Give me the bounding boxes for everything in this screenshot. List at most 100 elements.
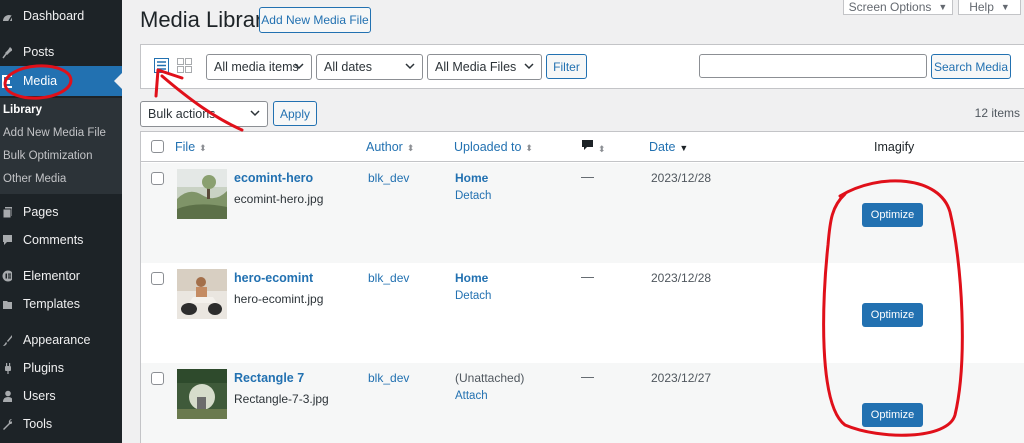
date-cell: 2023/12/28 [651, 271, 712, 285]
select-all-checkbox[interactable] [151, 140, 164, 153]
menu-item-dashboard[interactable]: Dashboard [0, 2, 122, 30]
menu-label: Comments [23, 233, 84, 247]
row-checkbox[interactable] [151, 272, 164, 285]
row-checkbox[interactable] [151, 172, 164, 185]
menu-item-posts[interactable]: Posts [0, 38, 122, 66]
media-filename: Rectangle-7-3.jpg [234, 392, 329, 406]
chevron-down-icon [294, 63, 304, 70]
menu-item-comments[interactable]: Comments [0, 226, 122, 254]
optimize-button[interactable]: Optimize [862, 203, 923, 227]
search-input[interactable] [699, 54, 927, 78]
submenu-library[interactable]: Library [3, 104, 42, 116]
menu-item-elementor[interactable]: Elementor [0, 262, 122, 290]
column-label: File [175, 140, 196, 154]
parent-link[interactable]: Home [455, 171, 488, 185]
optimize-button[interactable]: Optimize [862, 403, 923, 427]
optimize-button[interactable]: Optimize [862, 303, 923, 327]
media-type-select[interactable]: All media items [206, 54, 312, 80]
row-checkbox[interactable] [151, 372, 164, 385]
dates-select[interactable]: All dates [316, 54, 423, 80]
list-view-icon[interactable] [154, 58, 169, 76]
bulk-actions-select[interactable]: Bulk actions [140, 101, 268, 127]
table-row: ecomint-hero ecomint-hero.jpg blk_dev Ho… [141, 163, 1024, 263]
uploaded-to-cell: Home Detach [455, 271, 491, 302]
column-label: Date [649, 140, 676, 154]
menu-item-appearance[interactable]: Appearance [0, 326, 122, 354]
menu-item-templates[interactable]: Templates [0, 290, 122, 318]
select-value: Bulk actions [148, 107, 216, 121]
sort-desc-icon: ▼ [679, 143, 689, 153]
menu-label: Appearance [23, 333, 91, 347]
column-author[interactable]: Author ⬍ [366, 140, 414, 154]
chevron-down-icon [524, 63, 534, 70]
sort-icon: ⬍ [525, 143, 533, 153]
sort-icon: ⬍ [199, 143, 207, 153]
menu-label: Elementor [23, 269, 80, 283]
menu-label: Posts [23, 45, 55, 59]
help-button[interactable]: Help ▼ [958, 0, 1021, 15]
column-file[interactable]: File ⬍ [175, 140, 207, 154]
menu-item-plugins[interactable]: Plugins [0, 354, 122, 382]
comment-count: — [581, 369, 594, 384]
submenu-bulk-optimization[interactable]: Bulk Optimization [3, 150, 92, 162]
media-title-link[interactable]: Rectangle 7 [234, 371, 304, 385]
table-header: File ⬍ Author ⬍ Uploaded to ⬍ ⬍ Date ▼ Imagi… [141, 132, 1024, 162]
detach-link[interactable]: Detach [455, 290, 491, 302]
submenu-other-media[interactable]: Other Media [3, 173, 66, 185]
grid-view-icon[interactable] [177, 58, 192, 76]
media-icon [2, 74, 12, 88]
comment-icon [2, 233, 12, 247]
menu-label: Dashboard [23, 9, 85, 23]
caret-down-icon: ▼ [938, 2, 948, 12]
parent-link[interactable]: Home [455, 271, 488, 285]
menu-item-pages[interactable]: Pages [0, 198, 122, 226]
detach-link[interactable]: Detach [455, 190, 491, 202]
media-title-link[interactable]: ecomint-hero [234, 171, 313, 185]
table-row: Rectangle 7 Rectangle-7-3.jpg blk_dev (U… [141, 363, 1024, 443]
author-link[interactable]: blk_dev [368, 371, 409, 385]
plug-icon [2, 361, 12, 375]
wrench-icon [2, 417, 12, 431]
media-submenu: Library Add New Media File Bulk Optimiza… [0, 98, 122, 194]
add-new-media-button[interactable]: Add New Media File [259, 7, 371, 33]
date-cell: 2023/12/28 [651, 171, 712, 185]
author-link[interactable]: blk_dev [368, 171, 409, 185]
date-cell: 2023/12/27 [651, 371, 712, 385]
column-uploaded-to[interactable]: Uploaded to ⬍ [454, 140, 533, 154]
thumbnail-image[interactable] [177, 269, 227, 319]
submenu-add-new[interactable]: Add New Media File [3, 127, 106, 139]
menu-item-users[interactable]: Users [0, 382, 122, 410]
column-comments[interactable]: ⬍ [581, 139, 606, 155]
menu-label: Templates [23, 297, 80, 311]
chevron-down-icon [250, 110, 260, 117]
page-title: Media Library [140, 7, 274, 32]
author-link[interactable]: blk_dev [368, 271, 409, 285]
media-filename: hero-ecomint.jpg [234, 292, 324, 306]
user-icon [2, 389, 12, 403]
admin-sidebar: Dashboard Posts Media Library Add New Me… [0, 0, 122, 443]
sort-icon: ⬍ [406, 143, 415, 153]
apply-button[interactable]: Apply [273, 101, 317, 126]
uploaded-to-cell: (Unattached) Attach [455, 371, 524, 402]
media-table: File ⬍ Author ⬍ Uploaded to ⬍ ⬍ Date ▼ Imagi… [140, 131, 1024, 443]
help-label: Help [969, 0, 994, 14]
media-title-link[interactable]: hero-ecomint [234, 271, 313, 285]
attach-link[interactable]: Attach [455, 390, 524, 402]
brush-icon [2, 333, 12, 347]
menu-label: Media [23, 74, 58, 88]
media-files-select[interactable]: All Media Files [427, 54, 542, 80]
caret-down-icon: ▼ [1000, 2, 1010, 12]
dashboard-icon [2, 9, 12, 23]
comment-icon [582, 140, 593, 150]
column-date[interactable]: Date ▼ [649, 140, 688, 154]
column-imagify: Imagify [874, 140, 915, 154]
search-media-button[interactable]: Search Media [931, 54, 1011, 79]
thumbnail-image[interactable] [177, 369, 227, 419]
filter-button[interactable]: Filter [546, 54, 587, 79]
menu-item-media[interactable]: Media [0, 66, 122, 96]
thumbnail-image[interactable] [177, 169, 227, 219]
elementor-icon [2, 269, 12, 283]
menu-item-tools[interactable]: Tools [0, 410, 122, 438]
pages-icon [2, 205, 12, 219]
screen-options-button[interactable]: Screen Options ▼ [843, 0, 953, 15]
